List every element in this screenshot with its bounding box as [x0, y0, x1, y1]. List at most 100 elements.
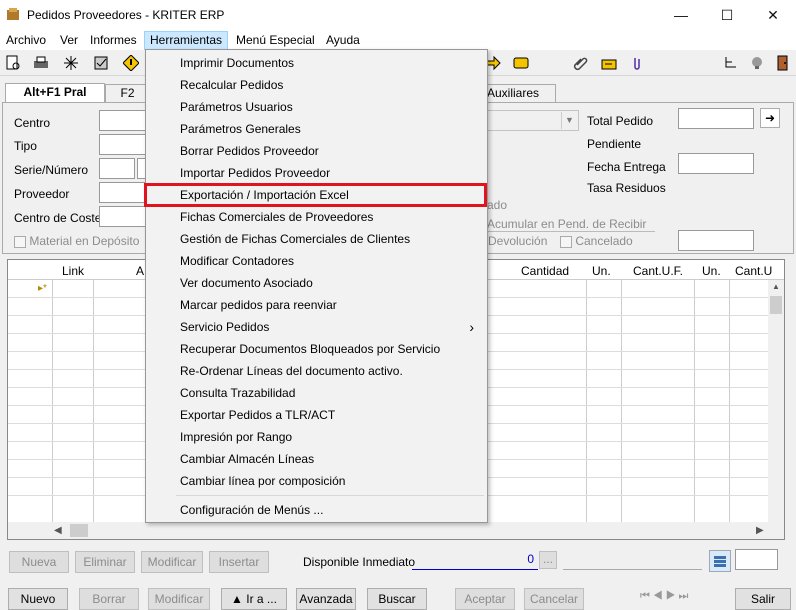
buscar-button[interactable]: Buscar [367, 588, 427, 610]
print-icon[interactable] [32, 54, 50, 72]
checklist-icon[interactable] [92, 54, 110, 72]
col-cant-uf[interactable]: Cant.U.F. [633, 264, 683, 278]
devolucion-label: Devolución [488, 234, 548, 248]
menu-fichas-proveedores[interactable]: Fichas Comerciales de Proveedores [147, 206, 486, 228]
menu-servicio-pedidos[interactable]: Servicio Pedidos › [147, 316, 486, 338]
cancelado-checkbox[interactable]: Cancelado [560, 234, 633, 248]
col-a[interactable]: A [136, 264, 144, 278]
menu-recalcular-pedidos[interactable]: Recalcular Pedidos [147, 74, 486, 96]
menu-importar-pedidos[interactable]: Importar Pedidos Proveedor [147, 162, 486, 184]
total-pedido-field [678, 108, 754, 129]
centro-field[interactable] [99, 110, 147, 131]
scroll-up-icon[interactable]: ▲ [768, 282, 784, 291]
col-cantidad[interactable]: Cantidad [521, 264, 569, 278]
disponible-value: 0 [412, 552, 538, 570]
menu-cambiar-almacen[interactable]: Cambiar Almacén Líneas [147, 448, 486, 470]
grid-col-line [586, 280, 587, 522]
col-un-2[interactable]: Un. [702, 264, 721, 278]
paperclip-icon[interactable] [572, 54, 590, 72]
scroll-right-icon[interactable]: ▶ [756, 525, 764, 536]
go-button[interactable]: ➜ [760, 108, 780, 128]
menu-marcar-reenviar[interactable]: Marcar pedidos para reenviar [147, 294, 486, 316]
material-deposito-checkbox[interactable]: Material en Depósito [14, 234, 139, 248]
nueva-line-button[interactable]: Nueva [9, 551, 69, 573]
menu-configuracion-menus[interactable]: Configuración de Menús ... [147, 499, 486, 521]
menu-ver-documento-asociado[interactable]: Ver documento Asociado [147, 272, 486, 294]
extra-value-field [563, 552, 702, 570]
menu-ver[interactable]: Ver [55, 31, 83, 50]
centro-coste-field[interactable] [99, 206, 147, 227]
tape-icon[interactable] [512, 54, 530, 72]
attachment-icon[interactable] [628, 54, 646, 72]
bulb-icon[interactable] [748, 54, 766, 72]
salir-button[interactable]: Salir [735, 588, 791, 610]
menu-fichas-clientes[interactable]: Gestión de Fichas Comerciales de Cliente… [147, 228, 486, 250]
avanzada-button[interactable]: Avanzada [296, 588, 356, 610]
side-field[interactable] [735, 549, 778, 570]
nuevo-button[interactable]: Nuevo [8, 588, 68, 610]
wand-icon[interactable] [62, 54, 80, 72]
menu-reordenar-lineas[interactable]: Re-Ordenar Líneas del documento activo. [147, 360, 486, 382]
menu-informes[interactable]: Informes [85, 31, 142, 50]
menu-parametros-generales[interactable]: Parámetros Generales [147, 118, 486, 140]
col-un-1[interactable]: Un. [592, 264, 611, 278]
combo-field[interactable]: ▼ [487, 110, 579, 131]
eliminar-line-button[interactable]: Eliminar [75, 551, 135, 573]
menu-exportar-tlr[interactable]: Exportar Pedidos a TLR/ACT [147, 404, 486, 426]
proveedor-field[interactable] [99, 182, 147, 203]
menu-cambiar-composicion[interactable]: Cambiar línea por composición [147, 470, 486, 492]
highlight-box [144, 183, 487, 207]
col-link[interactable]: Link [62, 264, 84, 278]
scrollbar-thumb[interactable] [70, 524, 88, 537]
devolucion-checkbox[interactable]: Devolución [488, 234, 547, 248]
record-nav-icons[interactable]: ⏮◀▶⏭ [640, 590, 691, 603]
grid-col-line [52, 280, 53, 522]
label-proveedor: Proveedor [14, 187, 70, 201]
modificar-line-button[interactable]: Modificar [141, 551, 203, 573]
menu-ayuda[interactable]: Ayuda [321, 31, 365, 50]
maximize-button[interactable]: ☐ [704, 0, 750, 30]
scroll-left-icon[interactable]: ◀ [54, 525, 62, 536]
scrollbar-thumb[interactable] [770, 296, 782, 314]
label-centro-coste: Centro de Coste [14, 211, 102, 225]
disponible-ellipsis-button[interactable]: ... [539, 551, 557, 569]
borrar-button[interactable]: Borrar [79, 588, 139, 610]
menu-bar: Archivo Ver Informes Herramientas Menú E… [0, 30, 796, 50]
menu-impresion-rango[interactable]: Impresión por Rango [147, 426, 486, 448]
aceptar-button[interactable]: Aceptar [455, 588, 515, 610]
tab-pral[interactable]: Alt+F1 Pral [5, 83, 105, 102]
stack-icon[interactable] [709, 550, 731, 572]
hierarchy-icon[interactable] [722, 54, 740, 72]
col-cant-u[interactable]: Cant.U [735, 264, 772, 278]
tipo-field[interactable] [99, 134, 147, 155]
extra-field[interactable] [678, 230, 754, 251]
vertical-scrollbar[interactable]: ▲ [768, 280, 784, 522]
modificar-button[interactable]: Modificar [148, 588, 210, 610]
divider [487, 231, 655, 232]
horizontal-scrollbar[interactable]: ◀ ▶ [8, 522, 784, 539]
preview-icon[interactable] [4, 54, 22, 72]
label-tipo: Tipo [14, 139, 37, 153]
menu-archivo[interactable]: Archivo [1, 31, 51, 50]
menu-consulta-trazabilidad[interactable]: Consulta Trazabilidad [147, 382, 486, 404]
serie-field[interactable] [99, 158, 135, 179]
cancelar-button[interactable]: Cancelar [524, 588, 584, 610]
menu-modificar-contadores[interactable]: Modificar Contadores [147, 250, 486, 272]
menu-parametros-usuarios[interactable]: Parámetros Usuarios [147, 96, 486, 118]
chevron-down-icon[interactable]: ▼ [561, 112, 577, 129]
fecha-entrega-field[interactable] [678, 153, 754, 174]
insertar-line-button[interactable]: Insertar [209, 551, 269, 573]
menu-especial[interactable]: Menú Especial [231, 31, 320, 50]
exit-door-icon[interactable] [774, 54, 792, 72]
menu-imprimir-documentos[interactable]: Imprimir Documentos [147, 52, 486, 74]
menu-herramientas[interactable]: Herramientas [144, 31, 229, 50]
minimize-button[interactable]: — [658, 0, 704, 30]
tab-f2[interactable]: F2 [105, 84, 150, 102]
menu-recuperar-bloqueados[interactable]: Recuperar Documentos Bloqueados por Serv… [147, 338, 486, 360]
close-button[interactable]: ✕ [750, 0, 796, 30]
label-pendiente: Pendiente [587, 137, 642, 151]
warning-icon[interactable] [122, 54, 140, 72]
folder-arrow-icon[interactable] [600, 54, 618, 72]
menu-borrar-pedidos[interactable]: Borrar Pedidos Proveedor [147, 140, 486, 162]
ir-a-button[interactable]: ▲ Ir a ... [221, 588, 287, 610]
